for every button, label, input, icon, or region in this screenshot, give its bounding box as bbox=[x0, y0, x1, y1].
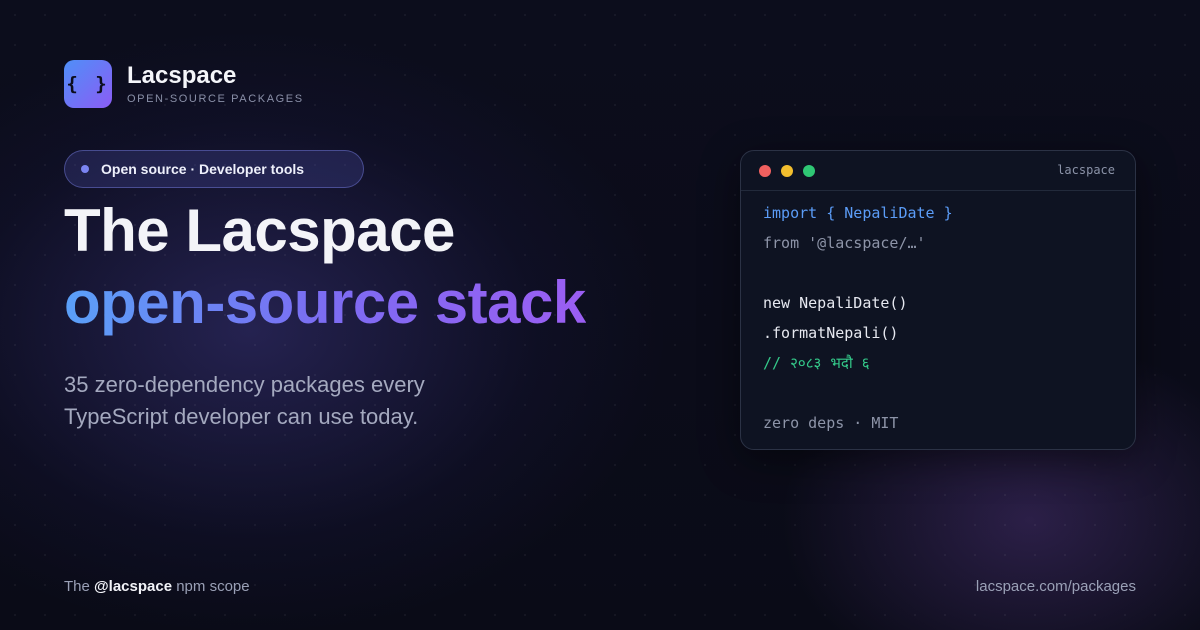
window-title: lacspace bbox=[1057, 163, 1115, 177]
code-line: import { NepaliDate } bbox=[763, 204, 953, 222]
footer-scope-name: @lacspace bbox=[94, 578, 173, 595]
brand-name: Lacspace bbox=[127, 62, 237, 89]
code-line: .formatNepali() bbox=[763, 324, 899, 342]
maximize-dot-icon bbox=[803, 164, 815, 177]
code-block: import { NepaliDate } from '@lacspace/…'… bbox=[741, 191, 1135, 438]
headline-line-1: The Lacspace bbox=[64, 197, 455, 264]
code-footer-line: zero deps · MIT bbox=[763, 414, 899, 432]
curly-braces-logo-icon: { } bbox=[64, 60, 112, 108]
footer-scope: The @lacspace npm scope bbox=[64, 578, 250, 595]
brand-tagline: OPEN-SOURCE PACKAGES bbox=[127, 93, 304, 105]
code-line: new NepaliDate() bbox=[763, 294, 908, 312]
code-comment: // २०८३ भदौ ६ bbox=[763, 354, 870, 372]
headline-line-2: open-source stack bbox=[64, 269, 586, 336]
footer-prefix: The bbox=[64, 578, 90, 595]
brand[interactable]: { } Lacspace OPEN-SOURCE PACKAGES bbox=[64, 60, 304, 108]
code-window: lacspace import { NepaliDate } from '@la… bbox=[740, 150, 1136, 450]
close-dot-icon bbox=[759, 164, 771, 177]
dot-icon bbox=[81, 165, 89, 173]
footer-url-link[interactable]: lacspace.com/packages bbox=[976, 578, 1136, 595]
window-titlebar: lacspace bbox=[741, 151, 1135, 191]
code-line: from '@lacspace/…' bbox=[763, 234, 926, 252]
footer-suffix: npm scope bbox=[176, 578, 250, 595]
minimize-dot-icon bbox=[781, 164, 793, 177]
headline: The Lacspace open-source stack bbox=[64, 198, 586, 336]
subheading: 35 zero-dependency packages every TypeSc… bbox=[64, 372, 425, 429]
brand-text: Lacspace OPEN-SOURCE PACKAGES bbox=[127, 62, 304, 106]
category-pill: Open source · Developer tools bbox=[64, 150, 364, 188]
pill-label: Open source · Developer tools bbox=[101, 161, 305, 177]
